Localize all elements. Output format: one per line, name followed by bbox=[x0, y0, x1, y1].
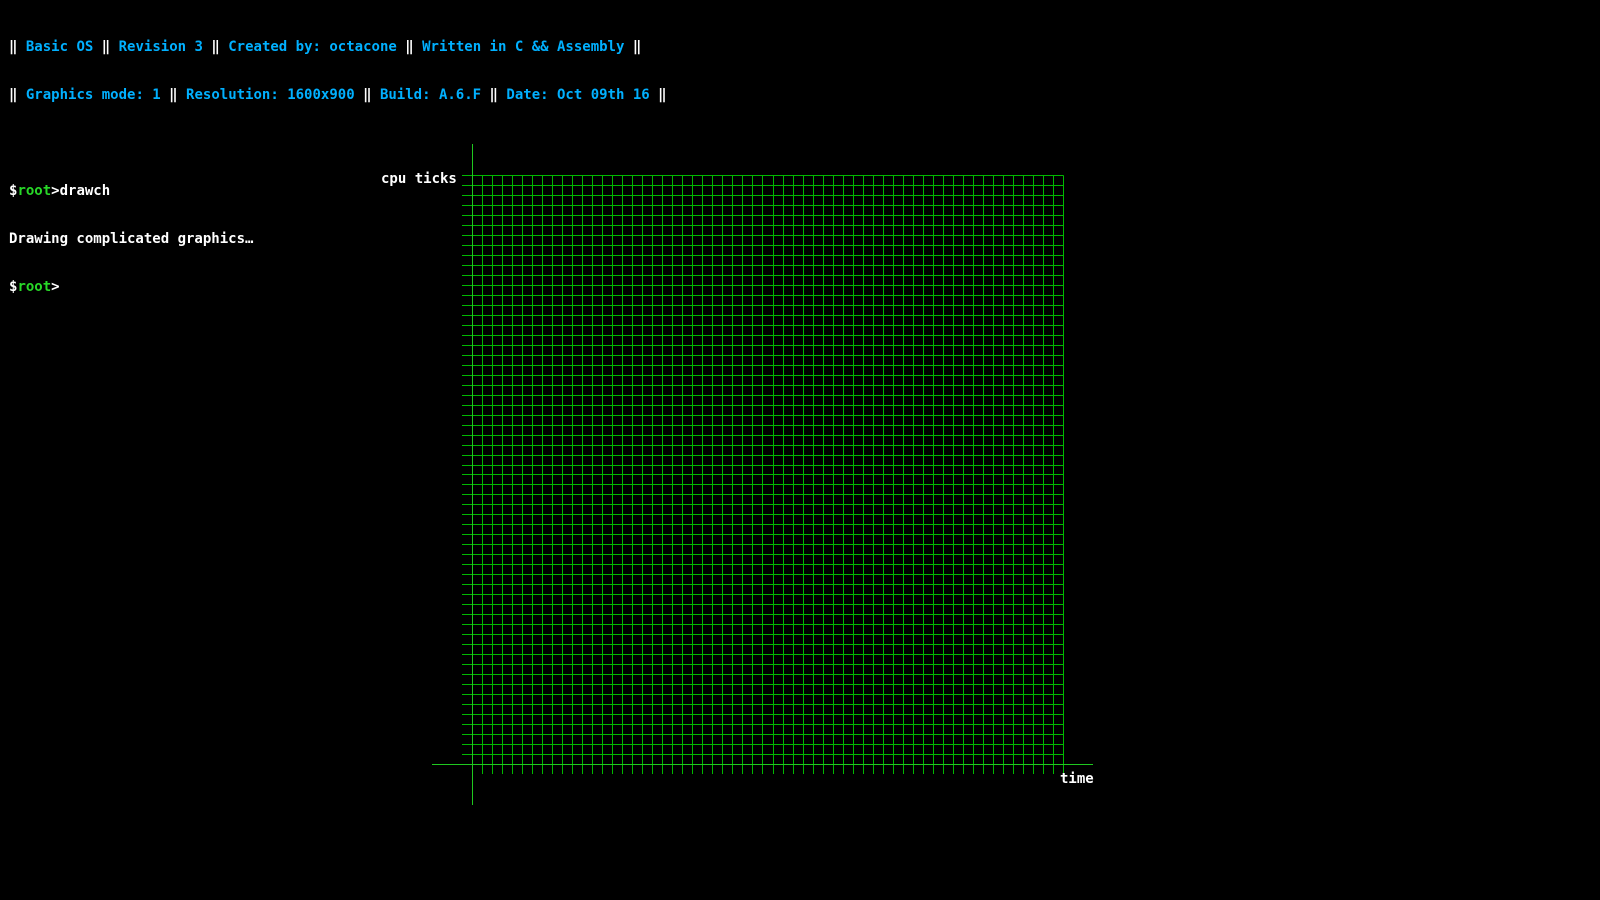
y-axis-label: cpu ticks bbox=[381, 171, 457, 187]
x-axis-label: time bbox=[1060, 771, 1094, 787]
cpu-ticks-chart bbox=[432, 144, 1093, 805]
